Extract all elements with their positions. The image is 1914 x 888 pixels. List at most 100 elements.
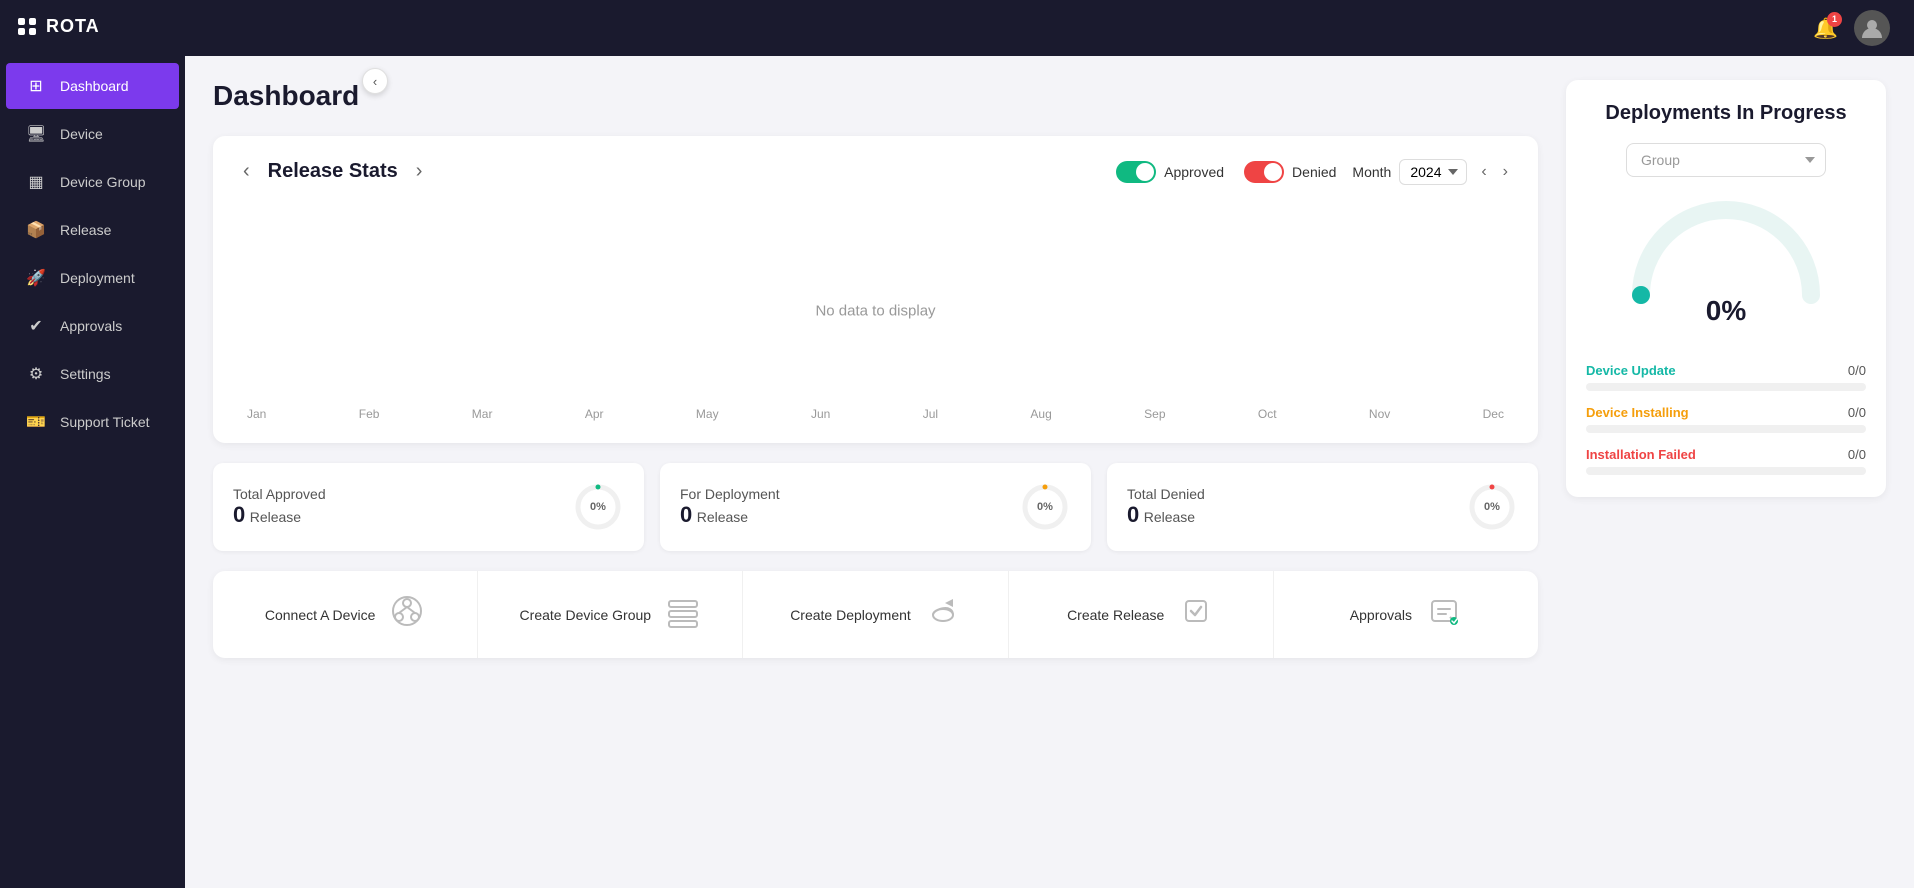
chart-month-label: May [696, 407, 719, 421]
release-stats-card: ‹ Release Stats › Approved [213, 136, 1538, 443]
summary-card-count: 0 [233, 502, 245, 527]
summary-card-0: Total Approved 0 Release 0% [213, 463, 644, 551]
sidebar-item-label: Settings [60, 366, 111, 382]
chart-month-label: Jul [923, 407, 938, 421]
progress-item-device-update: Device Update 0/0 [1586, 363, 1866, 391]
summary-card-unit: Release [1144, 509, 1195, 525]
date-filter: Month 2024 2023 ‹ › [1352, 159, 1514, 185]
support-ticket-icon: 🎫 [26, 412, 46, 432]
sidebar-nav: ⊞ Dashboard🖥 Device▦ Device Group📦 Relea… [0, 53, 185, 888]
summary-card-label: For Deployment [680, 486, 780, 502]
progress-item-value: 0/0 [1848, 363, 1866, 378]
stats-controls: Approved Denied Month [1116, 159, 1514, 185]
sidebar-item-label: Release [60, 222, 111, 238]
summary-card-unit: Release [250, 509, 301, 525]
sidebar-item-device-group[interactable]: ▦ Device Group [6, 159, 179, 205]
chart-prev-button[interactable]: ‹ [1475, 161, 1492, 183]
device-icon: 🖥 [26, 124, 46, 144]
denied-label: Denied [1292, 164, 1336, 180]
quick-action-create-deployment[interactable]: Create Deployment [743, 571, 1008, 658]
stats-prev-button[interactable]: ‹ [237, 158, 256, 185]
deployments-title: Deployments In Progress [1586, 102, 1866, 125]
sidebar-item-deployment[interactable]: 🚀 Deployment [6, 255, 179, 301]
sidebar-item-label: Approvals [60, 318, 122, 334]
quick-action-label: Connect A Device [265, 607, 376, 623]
content-right: Deployments In Progress Group 0% [1566, 80, 1886, 864]
progress-items: Device Update 0/0 Device Installing 0/0 … [1586, 363, 1866, 475]
quick-action-label: Create Deployment [790, 607, 911, 623]
approved-toggle[interactable] [1116, 161, 1156, 183]
topbar: 🔔 1 [185, 0, 1914, 56]
progress-item-label: Installation Failed [1586, 447, 1696, 462]
chart-month-label: Sep [1144, 407, 1165, 421]
donut-label: 0% [1484, 501, 1500, 513]
approved-toggle-item: Approved [1116, 161, 1224, 183]
notification-badge: 1 [1827, 12, 1842, 27]
device-group-icon: ▦ [26, 172, 46, 192]
progress-item-header: Device Update 0/0 [1586, 363, 1866, 378]
sidebar-collapse-button[interactable]: ‹ [362, 68, 388, 94]
notification-bell[interactable]: 🔔 1 [1813, 16, 1838, 41]
toggle-row: Approved Denied [1116, 161, 1336, 183]
chart-month-label: Dec [1483, 407, 1504, 421]
year-select[interactable]: 2024 2023 [1399, 159, 1467, 185]
create-deployment-icon [925, 593, 961, 636]
sidebar-item-label: Device Group [60, 174, 146, 190]
group-select-wrapper: Group [1586, 143, 1866, 177]
approvals-icon [1426, 593, 1462, 636]
sidebar-item-release[interactable]: 📦 Release [6, 207, 179, 253]
user-avatar[interactable] [1854, 10, 1890, 46]
stats-title: Release Stats [268, 160, 398, 183]
sidebar-item-label: Device [60, 126, 103, 142]
create-release-icon [1178, 593, 1214, 636]
stats-header: ‹ Release Stats › Approved [237, 158, 1514, 185]
group-select[interactable]: Group [1626, 143, 1826, 177]
donut-label: 0% [590, 501, 606, 513]
donut-container: 0% [1466, 481, 1518, 533]
sidebar-item-dashboard[interactable]: ⊞ Dashboard [6, 63, 179, 109]
progress-item-label: Device Update [1586, 363, 1676, 378]
sidebar-item-approvals[interactable]: ✔ Approvals [6, 303, 179, 349]
chart-x-axis: JanFebMarAprMayJunJulAugSepOctNovDec [237, 407, 1514, 421]
denied-toggle[interactable] [1244, 161, 1284, 183]
progress-item-header: Installation Failed 0/0 [1586, 447, 1866, 462]
summary-card-count: 0 [680, 502, 692, 527]
chart-next-button[interactable]: › [1497, 161, 1514, 183]
progress-item-label: Device Installing [1586, 405, 1689, 420]
sidebar-item-device[interactable]: 🖥 Device [6, 111, 179, 157]
sidebar-header: ROTA [0, 0, 185, 53]
summary-card-1: For Deployment 0 Release 0% [660, 463, 1091, 551]
progress-item-header: Device Installing 0/0 [1586, 405, 1866, 420]
gauge-percent: 0% [1706, 295, 1746, 327]
summary-card-unit: Release [697, 509, 748, 525]
summary-cards: Total Approved 0 Release 0% For Deployme… [213, 463, 1538, 551]
sidebar-item-settings[interactable]: ⚙ Settings [6, 351, 179, 397]
quick-action-approvals[interactable]: Approvals [1274, 571, 1538, 658]
progress-item-value: 0/0 [1848, 405, 1866, 420]
sidebar-item-support-ticket[interactable]: 🎫 Support Ticket [6, 399, 179, 445]
quick-action-create-device-group[interactable]: Create Device Group [478, 571, 743, 658]
create-device-group-icon [665, 593, 701, 636]
quick-action-create-release[interactable]: Create Release [1009, 571, 1274, 658]
chart-area: No data to display JanFebMarAprMayJunJul… [237, 201, 1514, 421]
approvals-icon: ✔ [26, 316, 46, 336]
summary-card-label: Total Approved [233, 486, 326, 502]
chart-month-label: Jan [247, 407, 266, 421]
month-label: Month [1352, 164, 1391, 180]
chart-month-label: Nov [1369, 407, 1390, 421]
summary-card-2: Total Denied 0 Release 0% [1107, 463, 1538, 551]
logo-icon [18, 18, 36, 35]
connect-device-icon [389, 593, 425, 636]
stats-next-button[interactable]: › [410, 158, 429, 185]
quick-action-label: Create Release [1067, 607, 1164, 623]
gauge-svg [1626, 195, 1826, 305]
summary-card-info: Total Denied 0 Release [1127, 486, 1205, 528]
summary-card-info: For Deployment 0 Release [680, 486, 780, 528]
progress-item-installation-failed: Installation Failed 0/0 [1586, 447, 1866, 475]
main-area: ‹ 🔔 1 Dashboard ‹ Release Stats › [185, 0, 1914, 888]
quick-action-label: Approvals [1350, 607, 1412, 623]
no-data-text: No data to display [815, 303, 935, 320]
content-left: Dashboard ‹ Release Stats › [213, 80, 1538, 864]
donut-label: 0% [1037, 501, 1053, 513]
quick-action-connect-device[interactable]: Connect A Device [213, 571, 478, 658]
